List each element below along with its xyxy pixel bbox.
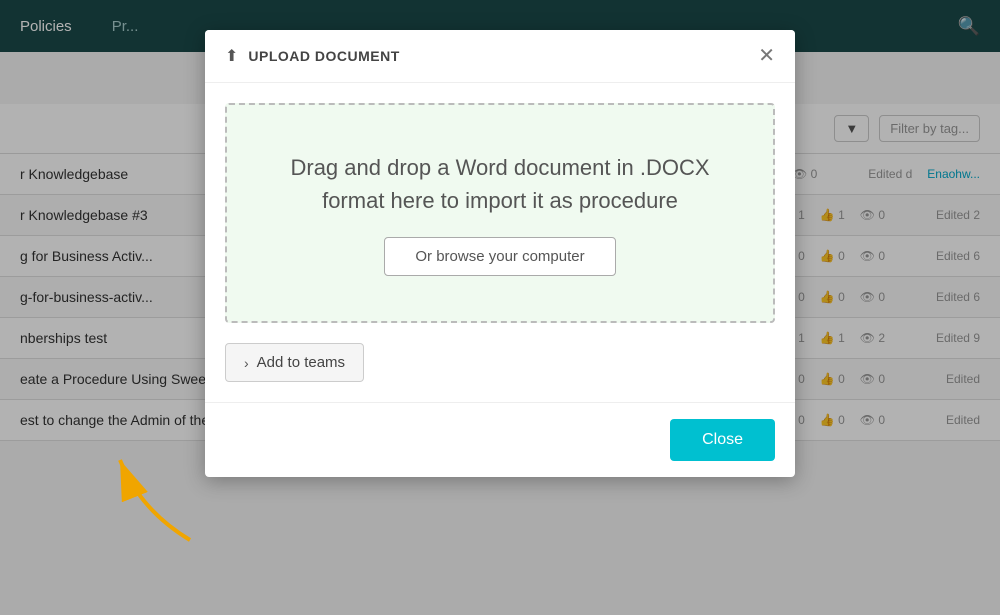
browse-computer-button[interactable]: Or browse your computer — [384, 237, 615, 276]
modal-footer: Close — [205, 402, 795, 477]
modal-header: ⬆ UPLOAD DOCUMENT ✕ — [205, 30, 795, 83]
add-teams-section: › Add to teams — [225, 343, 775, 382]
modal-close-button[interactable]: Close — [670, 419, 775, 461]
upload-icon: ⬆ — [225, 46, 238, 66]
drop-zone[interactable]: Drag and drop a Word document in .DOCX f… — [225, 103, 775, 323]
modal-title: UPLOAD DOCUMENT — [248, 48, 399, 64]
add-to-teams-button[interactable]: › Add to teams — [225, 343, 364, 382]
upload-document-modal: ⬆ UPLOAD DOCUMENT ✕ Drag and drop a Word… — [205, 30, 795, 477]
close-icon[interactable]: ✕ — [758, 46, 775, 66]
chevron-right-icon: › — [244, 355, 249, 371]
drop-zone-text: Drag and drop a Word document in .DOCX f… — [257, 151, 743, 217]
add-teams-label: Add to teams — [257, 354, 345, 371]
